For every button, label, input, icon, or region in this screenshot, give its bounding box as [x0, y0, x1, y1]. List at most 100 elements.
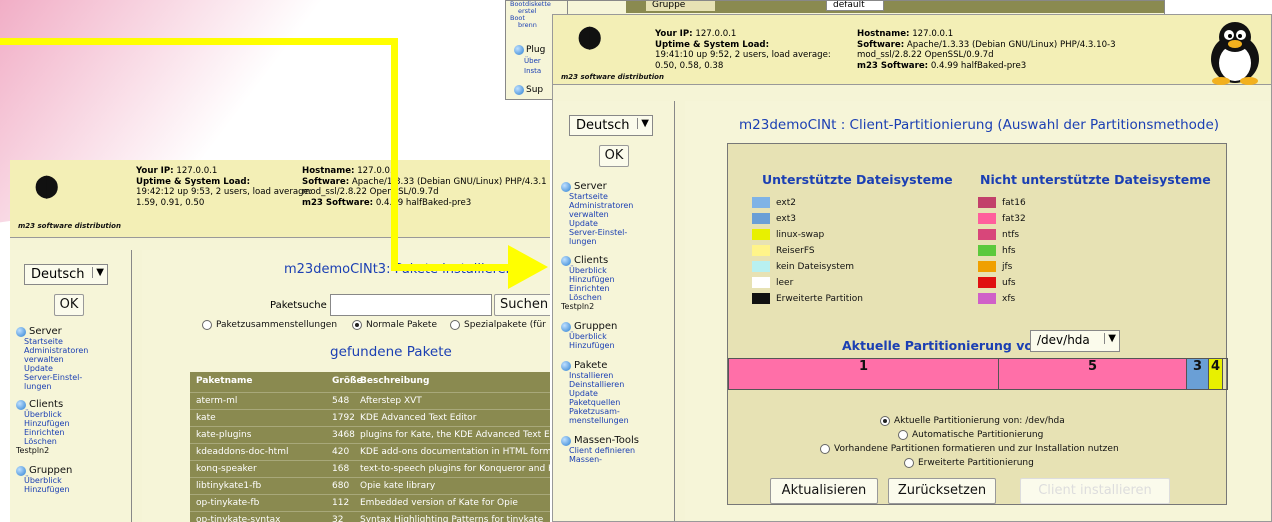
- nav-group-ueberblick[interactable]: Überblick: [16, 476, 130, 485]
- nav-admin[interactable]: Administratoren: [16, 346, 130, 355]
- table-row[interactable]: kdeaddons-doc-html 420 KDE add-ons documen…: [190, 443, 550, 460]
- nav-hinzufuegen[interactable]: Hinzufügen: [16, 419, 130, 428]
- color-swatch: [752, 277, 770, 288]
- search-button[interactable]: Suchen: [494, 294, 550, 316]
- nav-loeschen[interactable]: Löschen: [561, 293, 673, 302]
- nav-einrichten[interactable]: Einrichten: [561, 284, 673, 293]
- radio-package-sets[interactable]: Paketzusammenstellungen: [202, 320, 337, 330]
- device-select[interactable]: /dev/hda ▼: [1030, 330, 1120, 352]
- nav-paket-update[interactable]: Update: [561, 389, 673, 398]
- nav-pakete[interactable]: Pakete: [561, 360, 673, 371]
- nav-update[interactable]: Update: [561, 219, 673, 228]
- color-swatch: [752, 293, 770, 304]
- radio-special-packages[interactable]: Spezialpakete (für: [450, 320, 546, 330]
- sidebar-item[interactable]: Insta: [524, 67, 541, 75]
- table-cell: plugins for Kate, the KDE Advanced Text …: [360, 430, 550, 440]
- table-cell: kate: [196, 413, 216, 423]
- reset-button[interactable]: Zurücksetzen: [888, 478, 996, 504]
- legend-label: linux-swap: [776, 229, 825, 240]
- unsupported-title: Nicht unterstützte Dateisysteme: [980, 172, 1211, 187]
- sidebar-item[interactable]: Über: [524, 57, 541, 65]
- nav-group-hinzufuegen[interactable]: Hinzufügen: [16, 485, 130, 494]
- refresh-button[interactable]: Aktualisieren: [770, 478, 878, 504]
- nav-server-settings[interactable]: Server-Einstel-: [16, 373, 130, 382]
- nav-server-settings-2[interactable]: lungen: [16, 382, 130, 391]
- radio-current-partitioning[interactable]: Aktuelle Partitionierung von: /dev/hda: [880, 416, 1065, 426]
- nav-paketzusammenstellungen[interactable]: Paketzusam-: [561, 407, 673, 416]
- nav-massen[interactable]: Massen-: [561, 455, 673, 464]
- nav-paketzusammenstellungen-2[interactable]: menstellungen: [561, 416, 673, 425]
- legend-label: Erweiterte Partition: [776, 293, 863, 304]
- nav-ueberblick[interactable]: Überblick: [561, 266, 673, 275]
- table-row[interactable]: kate 1792 KDE Advanced Text Editor: [190, 409, 550, 426]
- partition-1[interactable]: 1: [729, 359, 999, 389]
- sidebar-group[interactable]: Sup: [514, 85, 543, 95]
- table-cell: KDE add-ons documentation in HTML form: [360, 447, 550, 457]
- nav-server[interactable]: Server: [561, 181, 673, 192]
- radio-extended-partitioning[interactable]: Erweiterte Partitionierung: [904, 458, 1034, 468]
- nav-update[interactable]: Update: [16, 364, 130, 373]
- nav-startseite[interactable]: Startseite: [561, 192, 673, 201]
- nav-deinstallieren[interactable]: Deinstallieren: [561, 380, 673, 389]
- search-input[interactable]: [330, 294, 492, 316]
- sidebar-item[interactable]: brenn: [510, 22, 551, 29]
- table-row[interactable]: konq-speaker 168 text-to-speech plugins fo…: [190, 460, 550, 477]
- nav-admin-2[interactable]: verwalten: [16, 355, 130, 364]
- clients-icon: [561, 255, 571, 266]
- nav-server[interactable]: Server: [16, 326, 130, 337]
- tools-icon: [561, 435, 571, 446]
- nav-group-ueberblick[interactable]: Überblick: [561, 332, 673, 341]
- language-select[interactable]: Deutsch ▼: [569, 115, 653, 136]
- packages-icon: [561, 360, 571, 371]
- nav-massen-tools[interactable]: Massen-Tools: [561, 435, 673, 446]
- table-row[interactable]: aterm-ml 548 Afterstep XVT: [190, 392, 550, 409]
- table-row[interactable]: libtinykate1-fb 680 Opie kate library: [190, 477, 550, 494]
- ok-button[interactable]: OK: [599, 145, 629, 167]
- nav-admin[interactable]: Administratoren: [561, 201, 673, 210]
- nav-group-hinzufuegen[interactable]: Hinzufügen: [561, 341, 673, 350]
- radio-format-existing[interactable]: Vorhandene Partitionen formatieren und z…: [820, 444, 1119, 454]
- group-select[interactable]: default: [826, 1, 884, 11]
- partition-5[interactable]: 5: [999, 359, 1187, 389]
- nav-ueberblick[interactable]: Überblick: [16, 410, 130, 419]
- table-cell: 680: [332, 481, 350, 491]
- groups-icon: [16, 465, 26, 476]
- groups-icon: [561, 321, 571, 332]
- partition-4[interactable]: 4: [1209, 359, 1223, 389]
- nav-server-settings[interactable]: Server-Einstel-: [561, 228, 673, 237]
- nav-menu: Server Startseite Administratoren verwal…: [16, 324, 130, 494]
- legend-item: ufs: [978, 276, 1016, 289]
- install-client-button[interactable]: Client installieren: [1020, 478, 1170, 504]
- server-icon: [561, 181, 571, 192]
- legend-label: ntfs: [1002, 229, 1020, 240]
- table-row[interactable]: kate-plugins 3468 plugins for Kate, the KD…: [190, 426, 550, 443]
- radio-auto-partitioning[interactable]: Automatische Partitionierung: [898, 430, 1043, 440]
- col-header: Paketname: [196, 376, 253, 386]
- nav-server-settings-2[interactable]: lungen: [561, 237, 673, 246]
- nav-client-definieren[interactable]: Client definieren: [561, 446, 673, 455]
- nav-gruppen[interactable]: Gruppen: [16, 465, 130, 476]
- language-select[interactable]: Deutsch ▼: [24, 264, 108, 285]
- radio-normal-packages[interactable]: Normale Pakete: [352, 320, 437, 330]
- sidebar-group[interactable]: Plug: [514, 45, 545, 55]
- nav-hinzufuegen[interactable]: Hinzufügen: [561, 275, 673, 284]
- nav-clients[interactable]: Clients: [16, 399, 130, 410]
- color-swatch: [978, 293, 996, 304]
- nav-gruppen[interactable]: Gruppen: [561, 321, 673, 332]
- nav-loeschen[interactable]: Löschen: [16, 437, 130, 446]
- front-window: ◖◗ m23 software distribution Your IP: 12…: [552, 14, 1272, 522]
- table-cell: konq-speaker: [196, 464, 257, 474]
- sidebar: Deutsch ▼ OK Server Startseite Administr…: [10, 250, 132, 522]
- table-row[interactable]: op-tinykate-syntax 32 Syntax Highlighting …: [190, 511, 550, 522]
- nav-installieren[interactable]: Installieren: [561, 371, 673, 380]
- ok-button[interactable]: OK: [54, 294, 84, 316]
- table-row[interactable]: op-tinykate-fb 112 Embedded version of Kat…: [190, 494, 550, 511]
- nav-clients[interactable]: Clients: [561, 255, 673, 266]
- nav-admin-2[interactable]: verwalten: [561, 210, 673, 219]
- partition-3[interactable]: 3: [1187, 359, 1209, 389]
- tux-penguin-icon: [1211, 22, 1259, 85]
- sidebar: Deutsch ▼ OK Server Startseite Administr…: [553, 101, 675, 521]
- nav-einrichten[interactable]: Einrichten: [16, 428, 130, 437]
- nav-startseite[interactable]: Startseite: [16, 337, 130, 346]
- nav-paketquellen[interactable]: Paketquellen: [561, 398, 673, 407]
